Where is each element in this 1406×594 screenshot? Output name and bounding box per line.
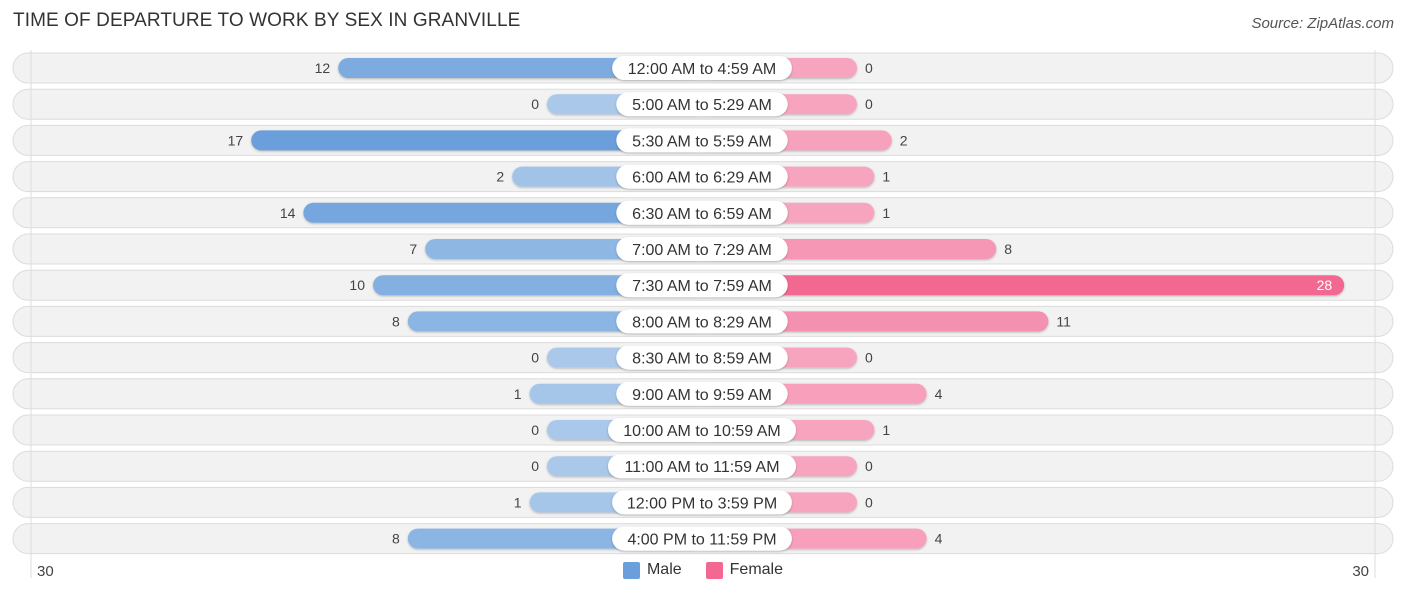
- value-label-male: 8: [392, 313, 400, 329]
- value-label-female: 11: [1056, 313, 1071, 329]
- category-label: 11:00 AM to 11:59 AM: [624, 459, 779, 476]
- value-label-female: 4: [935, 531, 943, 547]
- category-label: 7:30 AM to 7:59 AM: [632, 278, 772, 295]
- table-row: 0 0 11:00 AM to 11:59 AM: [12, 450, 1394, 482]
- value-label-female: 0: [865, 60, 873, 76]
- category-label: 10:00 AM to 10:59 AM: [623, 423, 780, 440]
- value-label-female: 1: [882, 422, 890, 438]
- category-label: 6:30 AM to 6:59 AM: [632, 206, 772, 223]
- table-row: 1 0 12:00 PM to 3:59 PM: [12, 486, 1394, 518]
- table-row: 0 1 10:00 AM to 10:59 AM: [12, 414, 1394, 446]
- legend-swatch-male: [622, 561, 640, 579]
- value-label-female: 0: [865, 494, 873, 510]
- table-row: 1 4 9:00 AM to 9:59 AM: [12, 378, 1394, 410]
- legend: Male Female: [0, 561, 1406, 579]
- value-label-female: 0: [865, 96, 873, 112]
- legend-label-male: Male: [646, 561, 682, 578]
- value-label-male: 0: [531, 422, 539, 438]
- value-label-female: 2: [900, 132, 908, 148]
- value-label-male: 0: [531, 96, 539, 112]
- value-label-male: 10: [349, 277, 365, 293]
- value-label-female: 1: [882, 205, 890, 221]
- table-row: 17 2 5:30 AM to 5:59 AM: [12, 124, 1394, 156]
- category-label: 8:30 AM to 8:59 AM: [632, 351, 772, 368]
- category-label: 9:00 AM to 9:59 AM: [632, 387, 772, 404]
- category-label: 12:00 AM to 4:59 AM: [628, 61, 777, 78]
- bar-female[interactable]: [702, 275, 1345, 296]
- category-label: 12:00 PM to 3:59 PM: [627, 495, 777, 512]
- value-label-female: 1: [882, 169, 890, 185]
- value-label-male: 12: [315, 60, 331, 76]
- table-row: 0 0 5:00 AM to 5:29 AM: [12, 88, 1394, 120]
- legend-swatch-female: [705, 561, 723, 579]
- value-label-male: 7: [409, 241, 417, 257]
- table-row: 14 1 6:30 AM to 6:59 AM: [12, 197, 1394, 229]
- value-label-male: 1: [514, 386, 522, 402]
- category-label: 6:00 AM to 6:29 AM: [632, 170, 772, 187]
- value-label-male: 0: [531, 458, 539, 474]
- value-label-male: 8: [392, 531, 400, 547]
- table-row: 8 11 8:00 AM to 8:29 AM: [12, 305, 1394, 337]
- value-label-male: 1: [514, 494, 522, 510]
- value-label-female: 0: [865, 458, 873, 474]
- value-label-female: 8: [1004, 241, 1012, 257]
- category-label: 7:00 AM to 7:29 AM: [632, 242, 772, 259]
- value-label-male: 17: [228, 132, 244, 148]
- value-label-male: 14: [280, 205, 296, 221]
- legend-label-female: Female: [729, 561, 784, 578]
- legend-item-male[interactable]: Male: [622, 561, 682, 579]
- table-row: 0 0 8:30 AM to 8:59 AM: [12, 342, 1394, 374]
- table-row: 8 4 4:00 PM to 11:59 PM: [12, 523, 1394, 555]
- category-label: 5:30 AM to 5:59 AM: [632, 133, 772, 150]
- value-label-female: 28: [1317, 277, 1333, 293]
- value-label-male: 0: [531, 350, 539, 366]
- value-label-male: 2: [496, 169, 504, 185]
- category-label: 4:00 PM to 11:59 PM: [627, 532, 776, 549]
- legend-item-female[interactable]: Female: [705, 561, 784, 579]
- table-row: 7 8 7:00 AM to 7:29 AM: [12, 233, 1394, 265]
- table-row: 12 0 12:00 AM to 4:59 AM: [12, 52, 1394, 84]
- value-label-female: 4: [935, 386, 943, 402]
- category-label: 5:00 AM to 5:29 AM: [632, 97, 772, 114]
- table-row: 10 28 7:30 AM to 7:59 AM: [12, 269, 1394, 301]
- chart: 12 012:00 AM to 4:59 AM0 05:00 AM to 5:29 …: [12, 50, 1394, 580]
- category-label: 8:00 AM to 8:29 AM: [632, 314, 772, 331]
- table-row: 2 1 6:00 AM to 6:29 AM: [12, 161, 1394, 193]
- value-label-female: 0: [865, 350, 873, 366]
